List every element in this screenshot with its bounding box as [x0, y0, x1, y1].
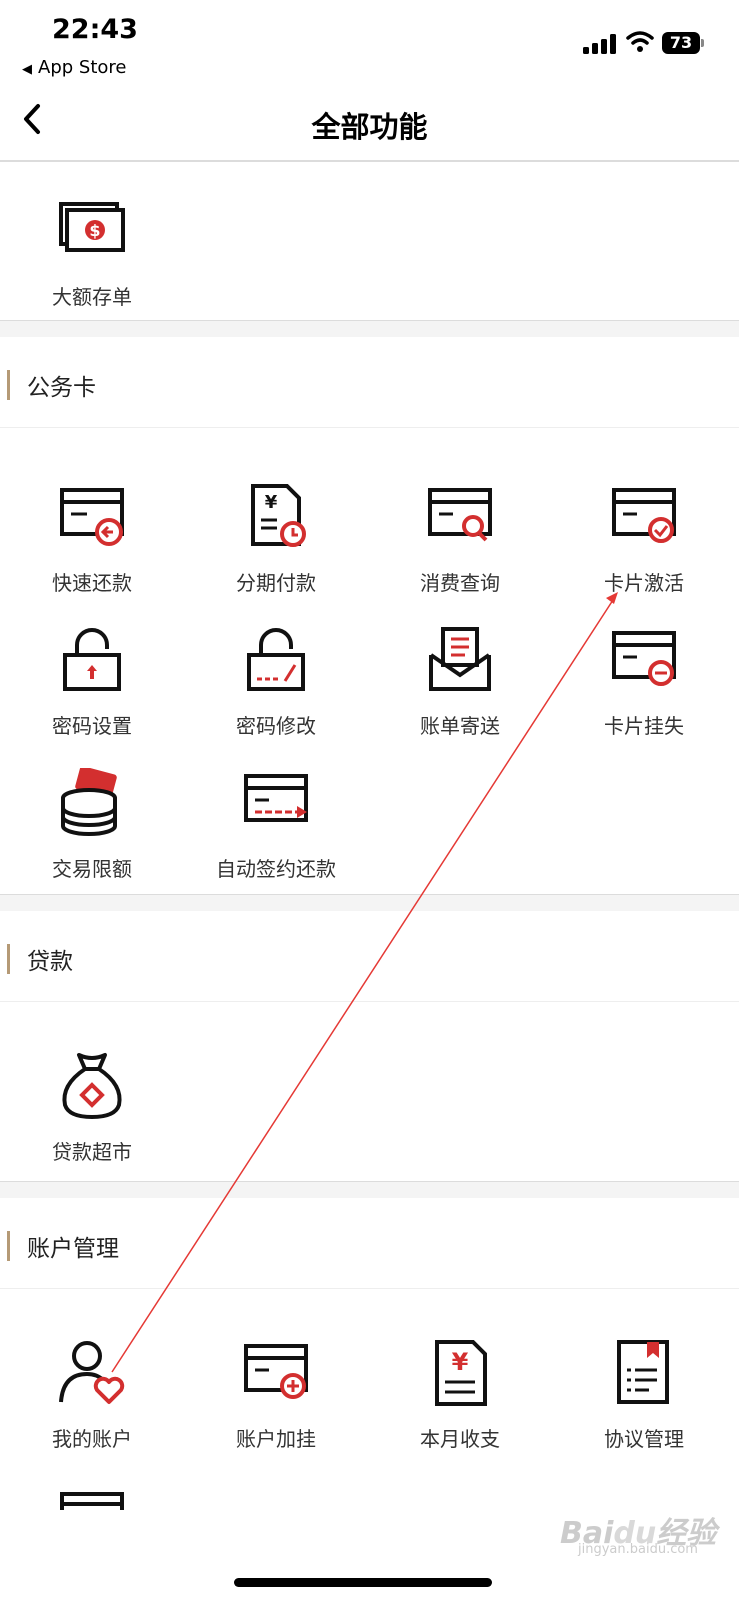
signal-icon	[583, 34, 616, 54]
item-spending-query[interactable]: 消费查询	[368, 482, 552, 612]
item-agreement[interactable]: 协议管理	[552, 1338, 736, 1468]
section-business-card: 公务卡 快速还款 ¥ 分期付款 消费查询 卡片激活 密码设置 密码修改 账单寄送…	[0, 337, 739, 894]
item-label: 账单寄送	[420, 714, 500, 738]
card-add-icon	[244, 1344, 308, 1399]
lock-edit-icon	[247, 628, 305, 691]
card-repay-icon	[60, 488, 124, 546]
item-quick-repay[interactable]: 快速还款	[0, 482, 184, 612]
item-label: 交易限额	[52, 857, 132, 881]
item-card-activate[interactable]: 卡片激活	[552, 482, 736, 612]
item-label: 密码修改	[236, 714, 316, 738]
installment-icon: ¥	[251, 484, 306, 547]
section-title: 账户管理	[27, 1236, 119, 1262]
watermark-url: jingyan.baidu.com	[578, 1542, 698, 1557]
item-my-account[interactable]: 我的账户	[0, 1338, 184, 1468]
partial-card-icon[interactable]	[57, 1490, 127, 1510]
yen-doc-icon: ¥	[435, 1340, 487, 1406]
item-account-link[interactable]: 账户加挂	[184, 1338, 368, 1468]
section-gap	[0, 1181, 739, 1199]
item-password-edit[interactable]: 密码修改	[184, 625, 368, 755]
status-time: 22:43	[52, 14, 138, 45]
item-password-set[interactable]: 密码设置	[0, 625, 184, 755]
item-label: 大额存单	[52, 285, 132, 309]
top-block: $ 大额存单	[0, 162, 739, 320]
svg-text:¥: ¥	[265, 492, 278, 513]
battery-icon: 73	[662, 32, 704, 54]
agreement-icon	[617, 1340, 669, 1404]
item-label: 快速还款	[52, 571, 132, 595]
svg-text:$: $	[89, 221, 100, 240]
section-header: 贷款	[0, 911, 739, 1002]
nav-bar: 全部功能	[0, 90, 739, 162]
money-bag-icon	[62, 1053, 122, 1120]
battery-level: 73	[662, 32, 700, 54]
item-label: 本月收支	[420, 1427, 500, 1451]
bill-mail-icon	[429, 627, 491, 691]
wifi-icon	[626, 31, 654, 52]
page-title: 全部功能	[311, 110, 428, 144]
status-bar: 22:43 ◀ App Store 73	[0, 0, 739, 90]
coin-limit-icon	[61, 768, 117, 836]
item-label: 我的账户	[52, 1427, 132, 1451]
section-loan: 贷款 贷款超市	[0, 911, 739, 1181]
item-auto-repay[interactable]: 自动签约还款	[184, 768, 368, 898]
item-bill-mail[interactable]: 账单寄送	[368, 625, 552, 755]
section-header: 账户管理	[0, 1198, 739, 1289]
deposit-money-icon: $	[59, 202, 125, 252]
section-gap	[0, 320, 739, 338]
svg-text:¥: ¥	[452, 1348, 469, 1376]
section-title: 贷款	[27, 949, 73, 975]
item-label: 密码设置	[52, 714, 132, 738]
item-label: 账户加挂	[236, 1427, 316, 1451]
item-transaction-limit[interactable]: 交易限额	[0, 768, 184, 898]
item-loan-market[interactable]: 贷款超市	[0, 1051, 184, 1181]
item-label: 卡片激活	[604, 571, 684, 595]
back-triangle-icon: ◀	[22, 62, 32, 77]
item-label: 卡片挂失	[604, 714, 684, 738]
item-label: 自动签约还款	[216, 857, 336, 881]
home-indicator[interactable]	[234, 1578, 492, 1587]
section-header: 公务卡	[0, 337, 739, 428]
user-heart-icon	[59, 1341, 125, 1404]
lock-set-icon	[63, 628, 121, 691]
item-monthly-balance[interactable]: ¥ 本月收支	[368, 1338, 552, 1468]
item-label: 消费查询	[420, 571, 500, 595]
item-label: 协议管理	[604, 1427, 684, 1451]
item-large-deposit[interactable]: $ 大额存单	[0, 196, 184, 326]
section-title: 公务卡	[27, 375, 96, 401]
back-to-app-link[interactable]: ◀ App Store	[22, 57, 126, 78]
item-card-lost[interactable]: 卡片挂失	[552, 625, 736, 755]
card-activate-icon	[612, 488, 676, 543]
item-installment[interactable]: ¥ 分期付款	[184, 482, 368, 612]
card-search-icon	[428, 488, 492, 542]
item-label: 分期付款	[236, 571, 316, 595]
item-label: 贷款超市	[52, 1140, 132, 1164]
section-gap	[0, 894, 739, 912]
back-app-label: App Store	[38, 57, 127, 78]
card-lost-icon	[612, 631, 676, 686]
auto-repay-icon	[244, 774, 308, 822]
